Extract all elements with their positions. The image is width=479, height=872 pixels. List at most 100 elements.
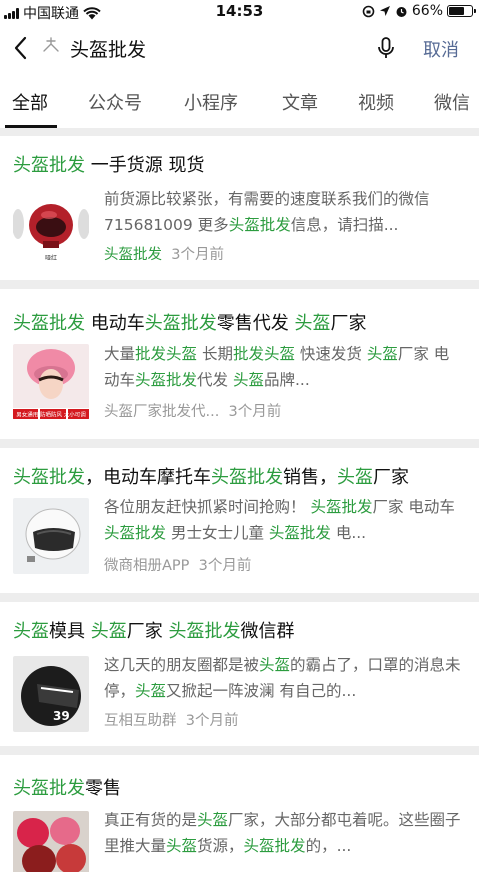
result-source: 微商相册APP 3个月前	[104, 554, 251, 575]
text-segment: 零售代发	[216, 313, 295, 334]
source-name: 头盔厂家批发代...	[104, 404, 220, 420]
result-title[interactable]: 头盔批发 一手货源 现货	[13, 151, 204, 177]
keyword-highlight: 头盔	[232, 371, 264, 389]
result-thumbnail: 哑红	[13, 192, 89, 268]
status-bar: 中国联通 14:53 66%	[0, 0, 479, 22]
text-segment: 快速发货	[294, 345, 367, 363]
keyword-highlight: 头盔批发	[104, 524, 167, 542]
text-segment: 一手货源 现货	[85, 155, 205, 176]
helmet-image: 哑红	[13, 192, 89, 268]
result-title[interactable]: 头盔模具 头盔厂家 头盔批发微信群	[13, 617, 294, 643]
result-time: 3个月前	[228, 404, 282, 420]
result-source: 互相互助群 3个月前	[104, 709, 238, 730]
keyword-highlight: 头盔	[259, 656, 291, 674]
text-segment: 大量	[104, 345, 136, 363]
result-snippet: 大量批发头盔 长期批发头盔 快速发货 头盔厂家 电动车头盔批发代发 头盔品牌..…	[104, 341, 464, 393]
keyword-highlight: 头盔	[366, 345, 398, 363]
category-tabs: 全部 公众号 小程序 文章 视频 微信	[0, 74, 479, 128]
text-segment: 代发	[197, 371, 233, 389]
result-item[interactable]: 头盔批发零售 真正有货的是头盔厂家，大部分都屯着呢。这些圈子里推大量头盔货源，头…	[0, 755, 479, 872]
active-tab-indicator	[5, 125, 57, 128]
text-segment: 真正有货的是	[104, 811, 198, 829]
result-title[interactable]: 头盔批发，电动车摩托车头盔批发销售，头盔厂家	[13, 463, 409, 489]
tab-wechat[interactable]: 微信	[434, 89, 470, 115]
search-icon	[43, 37, 59, 52]
source-name: 头盔批发	[104, 247, 162, 263]
keyword-highlight: 头盔	[197, 811, 229, 829]
location-icon	[379, 6, 390, 16]
microphone-icon[interactable]	[376, 36, 396, 60]
result-item[interactable]: 头盔模具 头盔厂家 头盔批发微信群 39 这几天的朋友圈都是被头盔的霸占了，口罩…	[0, 602, 479, 746]
tab-mini-programs[interactable]: 小程序	[184, 89, 238, 115]
keyword-highlight: 头盔	[90, 621, 127, 642]
text-segment: 厂家	[373, 467, 409, 488]
keyword-highlight: 头盔批发	[144, 313, 217, 334]
tab-videos[interactable]: 视频	[358, 89, 394, 115]
keyword-highlight: 批发头盔	[232, 345, 295, 363]
search-bar: 头盔批发 取消	[0, 22, 479, 74]
thumb-caption: 哑红	[45, 254, 57, 262]
text-segment: 男士女士儿童	[166, 524, 269, 542]
result-thumbnail	[13, 811, 89, 872]
text-segment: 厂家 电动车	[372, 498, 455, 516]
tab-articles[interactable]: 文章	[282, 89, 318, 115]
keyword-highlight: 头盔批发	[211, 467, 283, 488]
tab-official-accounts[interactable]: 公众号	[88, 89, 142, 115]
result-snippet: 真正有货的是头盔厂家，大部分都屯着呢。这些圈子里推大量头盔货源，头盔批发的，..…	[104, 807, 464, 859]
result-snippet: 这几天的朋友圈都是被头盔的霸占了，口罩的消息未停，头盔又掀起一阵波澜 有自己的.…	[104, 652, 464, 704]
text-segment: 电...	[330, 524, 367, 542]
keyword-highlight: 头盔批发	[135, 371, 198, 389]
text-segment: 电动车	[85, 313, 145, 334]
keyword-highlight: 头盔批发	[168, 621, 241, 642]
text-segment: ，电动车摩托车	[85, 467, 211, 488]
result-thumbnail	[13, 498, 89, 574]
result-thumbnail: 男女通用 防晒防风 大小可调	[13, 344, 89, 420]
helmet-image: 男女通用 防晒防风 大小可调	[13, 344, 89, 420]
helmet-image	[13, 498, 89, 574]
result-time: 3个月前	[171, 247, 224, 263]
text-segment: 品牌...	[263, 371, 310, 389]
tab-all[interactable]: 全部	[12, 89, 48, 115]
keyword-highlight: 头盔批发	[13, 778, 85, 799]
text-segment: 货源，	[197, 837, 244, 855]
text-segment: 长期	[197, 345, 233, 363]
keyword-highlight: 头盔批发	[13, 467, 85, 488]
keyword-highlight: 头盔	[166, 837, 198, 855]
search-input[interactable]: 头盔批发	[70, 35, 146, 62]
back-button[interactable]	[10, 34, 32, 62]
keyword-highlight: 头盔	[135, 682, 167, 700]
text-segment: 微信群	[240, 621, 295, 642]
source-name: 微商相册APP	[104, 558, 190, 574]
keyword-highlight: 头盔	[337, 467, 373, 488]
source-name: 互相互助群	[104, 713, 177, 729]
result-title[interactable]: 头盔批发 电动车头盔批发零售代发 头盔厂家	[13, 309, 366, 335]
text-segment: 又掀起一阵波澜 有自己的...	[166, 682, 357, 700]
result-source: 头盔批发 3个月前	[104, 243, 224, 264]
result-item[interactable]: 头盔批发，电动车摩托车头盔批发销售，头盔厂家 各位朋友赶快抓紧时间抢购！ 头盔批…	[0, 448, 479, 593]
keyword-highlight: 头盔批发	[243, 837, 306, 855]
result-item[interactable]: 头盔批发 电动车头盔批发零售代发 头盔厂家 男女通用 防晒防风 大小可调 大量批…	[0, 289, 479, 439]
result-time: 3个月前	[198, 558, 252, 574]
text-segment: 零售	[85, 778, 121, 799]
result-snippet: 各位朋友赶快抓紧时间抢购！ 头盔批发厂家 电动车头盔批发 男士女士儿童 头盔批发…	[104, 494, 464, 546]
keyword-highlight: 批发头盔	[135, 345, 198, 363]
battery-percent: 66%	[411, 3, 443, 19]
keyword-highlight: 头盔	[294, 313, 331, 334]
rotation-lock-icon	[362, 5, 375, 17]
text-segment: 的，...	[305, 837, 352, 855]
result-source: 头盔厂家批发代... 3个月前	[104, 400, 281, 421]
helmet-image: 39	[13, 656, 89, 732]
thumb-caption: 男女通用 防晒防风 大小可调	[16, 411, 86, 419]
result-item[interactable]: 头盔批发 一手货源 现货 哑红 前货源比较紧张，有需要的速度联系我们的微信 71…	[0, 136, 479, 280]
alarm-icon	[396, 6, 407, 17]
battery-level	[449, 7, 464, 15]
result-thumbnail: 39	[13, 656, 89, 732]
cancel-button[interactable]: 取消	[423, 36, 459, 62]
result-title[interactable]: 头盔批发零售	[13, 774, 121, 800]
keyword-highlight: 头盔批发	[310, 498, 373, 516]
result-snippet: 前货源比较紧张，有需要的速度联系我们的微信 715681009 更多头盔批发信息…	[104, 186, 464, 238]
keyword-highlight: 头盔	[13, 621, 49, 642]
keyword-highlight: 头盔批发	[228, 216, 291, 234]
text-segment: 厂家	[126, 621, 169, 642]
text-segment: 信息，请扫描...	[290, 216, 399, 234]
